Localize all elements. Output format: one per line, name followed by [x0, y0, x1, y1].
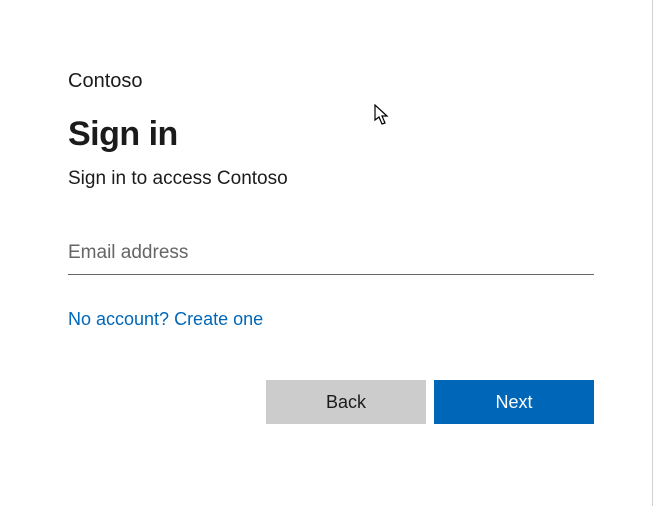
button-row: Back Next [68, 380, 594, 424]
signin-panel: Contoso Sign in Sign in to access Contos… [0, 0, 663, 464]
next-button[interactable]: Next [434, 380, 594, 424]
create-account-link[interactable]: No account? Create one [68, 309, 263, 330]
email-field[interactable] [68, 236, 594, 275]
back-button[interactable]: Back [266, 380, 426, 424]
page-title: Sign in [68, 115, 595, 154]
brand-name: Contoso [68, 70, 595, 93]
page-subtitle: Sign in to access Contoso [68, 168, 595, 190]
window-divider [652, 0, 653, 506]
